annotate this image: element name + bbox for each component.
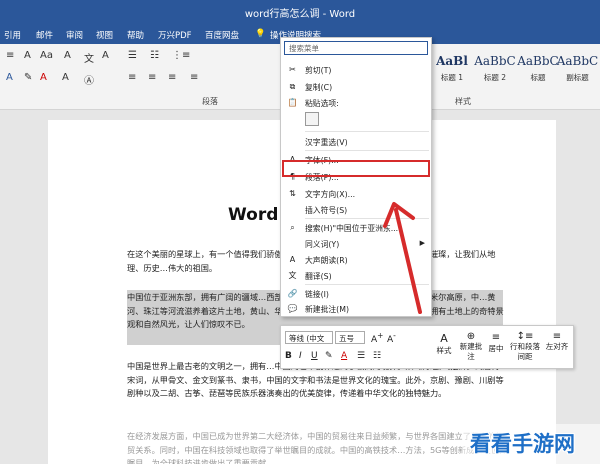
- numbered-list-icon[interactable]: ☷: [150, 50, 159, 61]
- style-subtitle[interactable]: AaBbC 副标题: [555, 50, 600, 88]
- menu-item-paste-options[interactable]: 📋 粘贴选项:: [281, 95, 431, 111]
- font-size-icon[interactable]: A: [24, 50, 31, 61]
- phonetic-icon[interactable]: 文: [84, 50, 94, 65]
- title-bar: word行高怎么调 - Word: [0, 0, 600, 24]
- align-left-icon[interactable]: ≡: [128, 72, 136, 83]
- separator: [305, 131, 429, 132]
- tab-wondershare-pdf[interactable]: 万兴PDF: [158, 29, 192, 41]
- tab-references[interactable]: 引用: [4, 29, 21, 41]
- char-shading-icon[interactable]: A: [62, 72, 69, 83]
- menu-item-copy[interactable]: ⧉ 复制(C): [281, 79, 431, 95]
- bold-icon[interactable]: B: [285, 351, 292, 361]
- bullets-icon[interactable]: ☰: [357, 351, 365, 361]
- align-center-icon: ≡: [491, 332, 501, 343]
- read-aloud-icon: A: [289, 255, 296, 264]
- enclose-char-icon[interactable]: Ⓐ: [84, 72, 94, 87]
- paste-keep-text-button[interactable]: [305, 112, 319, 126]
- styles-group-label: 样式: [455, 97, 471, 106]
- border-char-icon[interactable]: A: [102, 50, 109, 61]
- text-direction-icon: ⇅: [289, 189, 296, 198]
- font-color-icon[interactable]: A: [341, 351, 347, 361]
- align-right-icon[interactable]: ≡: [168, 72, 176, 83]
- grow-font-icon[interactable]: A+: [371, 331, 383, 345]
- styles-button[interactable]: A 样式: [431, 332, 457, 356]
- paragraph-group-label: 段落: [202, 97, 218, 106]
- tab-review[interactable]: 审阅: [66, 29, 83, 41]
- font-dropdown[interactable]: 等线 (中文: [285, 331, 333, 344]
- translate-icon: 文: [288, 271, 297, 280]
- center-button[interactable]: ≡ 居中: [486, 332, 506, 354]
- text-effects-icon[interactable]: A: [6, 72, 13, 83]
- italic-icon[interactable]: I: [299, 351, 302, 361]
- line-spacing-button[interactable]: ↕≡ 行和段落间距: [509, 332, 541, 362]
- align-left-icon: ≡: [552, 331, 562, 342]
- line-spacing-icon: ↕≡: [516, 331, 534, 342]
- font-case-icon[interactable]: Aa: [40, 50, 53, 61]
- tab-view[interactable]: 视图: [96, 29, 113, 41]
- justify-icon[interactable]: ≡: [190, 72, 198, 83]
- lightbulb-icon: 💡: [255, 29, 266, 39]
- paragraph-4: 在经济发展方面，中国已成为世界第二大经济体，中国的贸易往来日益频繁，与世界各国建…: [127, 431, 507, 464]
- shrink-font-icon[interactable]: A-: [387, 331, 396, 345]
- document-title: Word: [228, 205, 279, 225]
- font-color-icon[interactable]: A: [40, 72, 47, 83]
- underline-icon[interactable]: U: [311, 351, 318, 361]
- red-arrow-annotation: [383, 202, 422, 314]
- menu-item-cut[interactable]: ✂ 剪切(T): [281, 62, 431, 78]
- search-icon: ⌕: [290, 223, 295, 232]
- context-menu-search[interactable]: 搜索菜单: [284, 41, 428, 55]
- highlight-icon[interactable]: ✎: [24, 72, 32, 83]
- watermark-logo: 看看手游网: [470, 432, 575, 456]
- tab-mailings[interactable]: 邮件: [36, 29, 53, 41]
- tab-baidu-netdisk[interactable]: 百度网盘: [205, 29, 239, 41]
- align-left-button[interactable]: ≡ 左对齐: [545, 332, 569, 352]
- link-icon: 🔗: [287, 289, 298, 298]
- font-size-dropdown[interactable]: 五号: [335, 331, 365, 344]
- comment-icon: ⊕: [466, 331, 476, 342]
- align-center-icon[interactable]: ≡: [148, 72, 156, 83]
- scissors-icon: ✂: [289, 65, 296, 74]
- mini-toolbar: 等线 (中文 五号 A+ A- B I U ✎ A ☰ ☷ A 样式 ⊕ 新建批注 …: [280, 325, 574, 369]
- bullets-icon[interactable]: ≡: [6, 50, 14, 61]
- menu-item-hanzi-reselect[interactable]: 汉字重选(V): [281, 134, 431, 150]
- paste-icon: 📋: [287, 98, 298, 107]
- highlight-color-icon[interactable]: ✎: [325, 351, 333, 361]
- copy-icon: ⧉: [289, 82, 296, 91]
- clear-format-icon[interactable]: A: [64, 50, 71, 61]
- tab-help[interactable]: 帮助: [127, 29, 144, 41]
- window-title: word行高怎么调 - Word: [244, 9, 356, 20]
- comment-icon: 💬: [287, 304, 298, 313]
- paragraph-highlight-box: [282, 160, 430, 177]
- separator: [305, 150, 429, 151]
- styles-icon: A: [440, 332, 448, 345]
- bullet-list-icon[interactable]: ☰: [128, 50, 137, 61]
- new-comment-button[interactable]: ⊕ 新建批注: [459, 332, 483, 362]
- multilevel-list-icon[interactable]: ⋮≡: [172, 50, 190, 61]
- numbering-icon[interactable]: ☷: [373, 351, 381, 361]
